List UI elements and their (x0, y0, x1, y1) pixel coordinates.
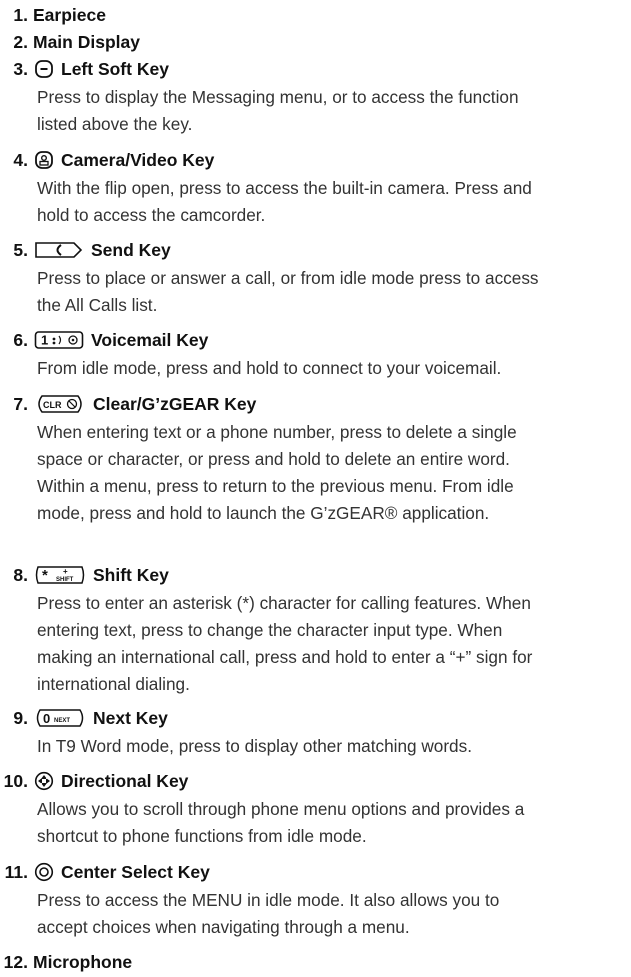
description-line: making an international call, press and … (37, 647, 533, 667)
item-title: Center Select Key (61, 861, 210, 882)
description-line: When entering text or a phone number, pr… (37, 422, 517, 442)
item-heading: 9. 0 NEXT Next Key (0, 706, 168, 730)
item-number: 10. (3, 770, 28, 791)
description-line: the All Calls list. (37, 295, 158, 315)
description-line: Press to access the MENU in idle mode. I… (37, 890, 500, 910)
item-description: Allows you to scroll through phone menu … (37, 796, 617, 850)
description-line: Press to place or answer a call, or from… (37, 268, 539, 288)
item-heading: 3. Left Soft Key (0, 57, 169, 81)
item-heading: 10. Directional Key (0, 769, 189, 793)
description-line: shortcut to phone functions from idle mo… (37, 826, 367, 846)
item-heading: 1. Earpiece (0, 3, 106, 27)
item-description: Press to place or answer a call, or from… (37, 265, 617, 319)
item-description: Press to access the MENU in idle mode. I… (37, 887, 617, 941)
item-number: 12. (3, 951, 28, 972)
next-key-icon: 0 NEXT (34, 708, 86, 728)
item-heading: 2. Main Display (0, 30, 140, 54)
item-heading: 4. Camera/Video Key (0, 148, 214, 172)
item-heading: 8. * + SHIFT Shift Key (0, 563, 169, 587)
item-title: Send Key (91, 239, 171, 260)
item-number: 11. (4, 861, 28, 882)
description-line: Allows you to scroll through phone menu … (37, 799, 525, 819)
item-description: With the flip open, press to access the … (37, 175, 617, 229)
item-title: Main Display (33, 31, 140, 52)
item-heading: 6. 1 Voicemail Key (0, 328, 208, 352)
item-heading: 7. CLR Clear/G’zGEAR Key (0, 392, 256, 416)
item-description: Press to enter an asterisk (*) character… (37, 590, 617, 698)
camera-key-icon (34, 150, 54, 170)
item-description: Press to display the Messaging menu, or … (37, 84, 617, 138)
svg-text:SHIFT: SHIFT (56, 577, 74, 583)
item-number: 9. (13, 707, 28, 728)
item-heading: 11. Center Select Key (0, 860, 210, 884)
item-title: Next Key (93, 707, 168, 728)
voicemail-key-icon: 1 (34, 330, 84, 350)
item-title: Left Soft Key (61, 58, 169, 79)
description-line: hold to access the camcorder. (37, 205, 266, 225)
item-title: Voicemail Key (91, 329, 209, 350)
item-heading: 5. Send Key (0, 238, 171, 262)
item-title: Clear/G’zGEAR Key (93, 393, 257, 414)
clear-key-icon: CLR (34, 394, 86, 414)
shift-key-icon: * + SHIFT (34, 565, 86, 585)
item-number: 8. (13, 564, 28, 585)
item-number: 7. (13, 393, 28, 414)
item-title: Microphone (33, 951, 133, 972)
svg-text:CLR: CLR (43, 400, 62, 410)
description-line: Press to enter an asterisk (*) character… (37, 593, 531, 613)
description-line: international dialing. (37, 674, 190, 694)
description-line: listed above the key. (37, 114, 193, 134)
item-description: In T9 Word mode, press to display other … (37, 733, 617, 760)
item-description: When entering text or a phone number, pr… (37, 419, 617, 527)
description-line: entering text, press to change the chara… (37, 620, 503, 640)
item-title: Shift Key (93, 564, 169, 585)
description-line: In T9 Word mode, press to display other … (37, 736, 472, 756)
minus-key-icon (34, 59, 54, 79)
description-line: Press to display the Messaging menu, or … (37, 87, 519, 107)
item-title: Earpiece (33, 4, 106, 25)
directional-key-icon (34, 771, 54, 791)
item-description: From idle mode, press and hold to connec… (37, 355, 617, 382)
item-number: 5. (13, 239, 28, 260)
item-number: 6. (13, 329, 28, 350)
item-number: 4. (13, 149, 28, 170)
description-line: space or character, or press and hold to… (37, 449, 510, 469)
item-heading: 12. Microphone (0, 950, 133, 974)
description-line: With the flip open, press to access the … (37, 178, 532, 198)
item-number: 2. (13, 31, 28, 52)
svg-text:*: * (42, 567, 48, 584)
item-number: 1. (13, 4, 28, 25)
svg-text:NEXT: NEXT (54, 718, 70, 724)
svg-text:+: + (63, 567, 68, 576)
center-select-key-icon (34, 862, 54, 882)
description-line: mode, press and hold to launch the G’zGE… (37, 503, 490, 523)
item-title: Camera/Video Key (61, 149, 215, 170)
description-line: Within a menu, press to return to the pr… (37, 476, 514, 496)
item-title: Directional Key (61, 770, 189, 791)
send-key-icon (34, 240, 84, 260)
description-line: accept choices when navigating through a… (37, 917, 410, 937)
svg-text:1: 1 (41, 333, 48, 348)
item-number: 3. (13, 58, 28, 79)
description-line: From idle mode, press and hold to connec… (37, 358, 502, 378)
svg-text:0: 0 (43, 711, 50, 726)
